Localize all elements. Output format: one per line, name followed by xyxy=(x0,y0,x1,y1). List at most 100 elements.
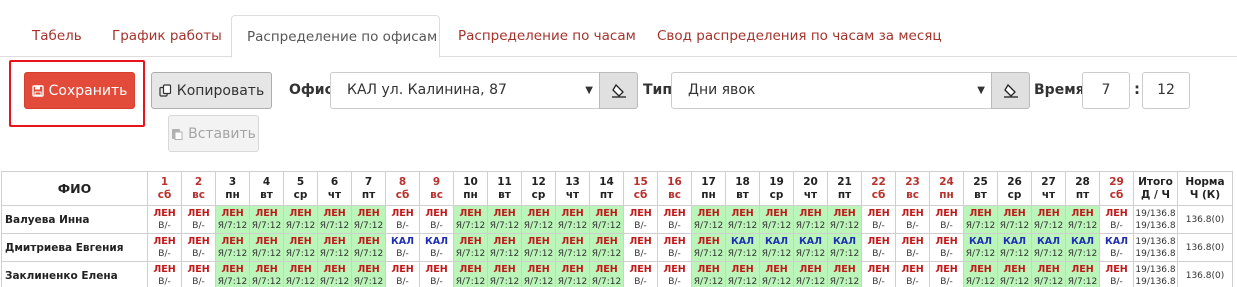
time-from-input[interactable]: 7 xyxy=(1082,72,1130,109)
schedule-cell[interactable]: ЛЕН В/- xyxy=(147,205,182,234)
schedule-cell[interactable]: ЛЕН Я/7:12 xyxy=(351,261,386,287)
schedule-cell[interactable]: ЛЕН Я/7:12 xyxy=(215,233,250,262)
schedule-cell[interactable]: ЛЕН Я/7:12 xyxy=(725,205,760,234)
schedule-cell[interactable]: ЛЕН В/- xyxy=(1099,261,1134,287)
schedule-cell[interactable]: ЛЕН Я/7:12 xyxy=(589,205,624,234)
schedule-cell[interactable]: ЛЕН В/- xyxy=(929,261,964,287)
schedule-cell[interactable]: КАЛ Я/7:12 xyxy=(759,233,794,262)
schedule-cell[interactable]: ЛЕН Я/7:12 xyxy=(215,261,250,287)
schedule-cell[interactable]: ЛЕН В/- xyxy=(895,205,930,234)
schedule-cell[interactable]: ЛЕН В/- xyxy=(147,233,182,262)
schedule-cell[interactable]: ЛЕН Я/7:12 xyxy=(759,261,794,287)
schedule-cell[interactable]: ЛЕН Я/7:12 xyxy=(521,205,556,234)
tab-work-schedule[interactable]: График работы xyxy=(97,15,237,57)
schedule-cell[interactable]: ЛЕН Я/7:12 xyxy=(283,261,318,287)
schedule-cell[interactable]: ЛЕН Я/7:12 xyxy=(283,233,318,262)
schedule-cell[interactable]: ЛЕН Я/7:12 xyxy=(487,233,522,262)
schedule-cell[interactable]: ЛЕН Я/7:12 xyxy=(351,233,386,262)
schedule-cell[interactable]: ЛЕН Я/7:12 xyxy=(827,261,862,287)
schedule-cell[interactable]: ЛЕН В/- xyxy=(385,261,420,287)
schedule-cell[interactable]: ЛЕН Я/7:12 xyxy=(453,261,488,287)
schedule-cell[interactable]: ЛЕН Я/7:12 xyxy=(555,261,590,287)
schedule-cell[interactable]: КАЛ В/- xyxy=(419,233,454,262)
schedule-cell[interactable]: ЛЕН Я/7:12 xyxy=(521,261,556,287)
schedule-cell[interactable]: ЛЕН В/- xyxy=(623,233,658,262)
schedule-cell[interactable]: ЛЕН Я/7:12 xyxy=(555,205,590,234)
schedule-cell[interactable]: ЛЕН В/- xyxy=(657,233,692,262)
schedule-cell[interactable]: КАЛ В/- xyxy=(1099,233,1134,262)
schedule-cell[interactable]: ЛЕН Я/7:12 xyxy=(249,205,284,234)
schedule-cell[interactable]: ЛЕН Я/7:12 xyxy=(351,205,386,234)
schedule-cell[interactable]: ЛЕН Я/7:12 xyxy=(589,261,624,287)
schedule-cell[interactable]: ЛЕН Я/7:12 xyxy=(1065,205,1100,234)
schedule-cell[interactable]: ЛЕН Я/7:12 xyxy=(997,261,1032,287)
schedule-cell[interactable]: ЛЕН В/- xyxy=(1099,205,1134,234)
schedule-cell[interactable]: КАЛ Я/7:12 xyxy=(793,233,828,262)
schedule-cell[interactable]: ЛЕН В/- xyxy=(861,261,896,287)
schedule-cell[interactable]: ЛЕН Я/7:12 xyxy=(691,233,726,262)
tab-monthly-summary[interactable]: Свод распределения по часам за месяц xyxy=(642,15,957,57)
office-select[interactable]: КАЛ ул. Калинина, 87 ▼ xyxy=(330,72,600,109)
schedule-cell[interactable]: ЛЕН Я/7:12 xyxy=(215,205,250,234)
type-select[interactable]: Дни явок ▼ xyxy=(671,72,992,109)
tab-tabel[interactable]: Табель xyxy=(17,15,97,57)
schedule-cell[interactable]: ЛЕН Я/7:12 xyxy=(793,205,828,234)
schedule-cell[interactable]: ЛЕН Я/7:12 xyxy=(283,205,318,234)
schedule-cell[interactable]: ЛЕН Я/7:12 xyxy=(317,261,352,287)
schedule-cell[interactable]: ЛЕН Я/7:12 xyxy=(997,205,1032,234)
schedule-cell[interactable]: ЛЕН Я/7:12 xyxy=(487,205,522,234)
schedule-cell[interactable]: ЛЕН Я/7:12 xyxy=(725,261,760,287)
schedule-cell[interactable]: ЛЕН В/- xyxy=(385,205,420,234)
time-to-input[interactable]: 12 xyxy=(1142,72,1190,109)
save-button[interactable]: Сохранить xyxy=(24,72,135,109)
schedule-cell[interactable]: ЛЕН В/- xyxy=(623,205,658,234)
schedule-cell[interactable]: ЛЕН В/- xyxy=(861,233,896,262)
schedule-cell[interactable]: ЛЕН Я/7:12 xyxy=(963,205,998,234)
schedule-cell[interactable]: ЛЕН Я/7:12 xyxy=(1031,261,1066,287)
schedule-cell[interactable]: ЛЕН Я/7:12 xyxy=(487,261,522,287)
schedule-cell[interactable]: КАЛ Я/7:12 xyxy=(1031,233,1066,262)
schedule-cell[interactable]: ЛЕН Я/7:12 xyxy=(521,233,556,262)
schedule-cell[interactable]: ЛЕН В/- xyxy=(181,233,216,262)
schedule-cell[interactable]: ЛЕН Я/7:12 xyxy=(249,261,284,287)
schedule-cell[interactable]: ЛЕН В/- xyxy=(181,261,216,287)
tab-office-distribution[interactable]: Распределение по офисам xyxy=(231,15,440,58)
schedule-cell[interactable]: ЛЕН Я/7:12 xyxy=(317,233,352,262)
schedule-cell[interactable]: КАЛ Я/7:12 xyxy=(827,233,862,262)
schedule-cell[interactable]: ЛЕН Я/7:12 xyxy=(691,261,726,287)
schedule-cell[interactable]: КАЛ Я/7:12 xyxy=(963,233,998,262)
schedule-cell[interactable]: ЛЕН В/- xyxy=(657,205,692,234)
schedule-cell[interactable]: ЛЕН Я/7:12 xyxy=(759,205,794,234)
schedule-cell[interactable]: ЛЕН В/- xyxy=(929,205,964,234)
schedule-cell[interactable]: ЛЕН В/- xyxy=(895,261,930,287)
tab-hour-distribution[interactable]: Распределение по часам xyxy=(443,15,651,57)
schedule-cell[interactable]: КАЛ В/- xyxy=(385,233,420,262)
schedule-cell[interactable]: ЛЕН Я/7:12 xyxy=(793,261,828,287)
schedule-cell[interactable]: ЛЕН В/- xyxy=(419,205,454,234)
schedule-cell[interactable]: ЛЕН Я/7:12 xyxy=(453,205,488,234)
schedule-cell[interactable]: ЛЕН Я/7:12 xyxy=(963,261,998,287)
schedule-cell[interactable]: ЛЕН Я/7:12 xyxy=(317,205,352,234)
schedule-cell[interactable]: ЛЕН В/- xyxy=(861,205,896,234)
schedule-cell[interactable]: ЛЕН Я/7:12 xyxy=(249,233,284,262)
schedule-cell[interactable]: ЛЕН В/- xyxy=(657,261,692,287)
schedule-cell[interactable]: ЛЕН В/- xyxy=(147,261,182,287)
schedule-cell[interactable]: ЛЕН Я/7:12 xyxy=(1065,261,1100,287)
schedule-cell[interactable]: КАЛ Я/7:12 xyxy=(725,233,760,262)
schedule-cell[interactable]: ЛЕН Я/7:12 xyxy=(453,233,488,262)
schedule-cell[interactable]: ЛЕН В/- xyxy=(929,233,964,262)
type-clear-button[interactable] xyxy=(991,72,1030,109)
office-clear-button[interactable] xyxy=(599,72,638,109)
schedule-cell[interactable]: ЛЕН В/- xyxy=(419,261,454,287)
schedule-cell[interactable]: ЛЕН Я/7:12 xyxy=(691,205,726,234)
schedule-cell[interactable]: ЛЕН Я/7:12 xyxy=(1031,205,1066,234)
schedule-cell[interactable]: ЛЕН В/- xyxy=(181,205,216,234)
paste-button[interactable]: Вставить xyxy=(168,115,259,152)
schedule-cell[interactable]: ЛЕН Я/7:12 xyxy=(589,233,624,262)
schedule-cell[interactable]: КАЛ Я/7:12 xyxy=(1065,233,1100,262)
schedule-cell[interactable]: КАЛ Я/7:12 xyxy=(997,233,1032,262)
schedule-cell[interactable]: ЛЕН В/- xyxy=(895,233,930,262)
schedule-cell[interactable]: ЛЕН Я/7:12 xyxy=(827,205,862,234)
schedule-cell[interactable]: ЛЕН В/- xyxy=(623,261,658,287)
copy-button[interactable]: Копировать xyxy=(151,72,272,109)
